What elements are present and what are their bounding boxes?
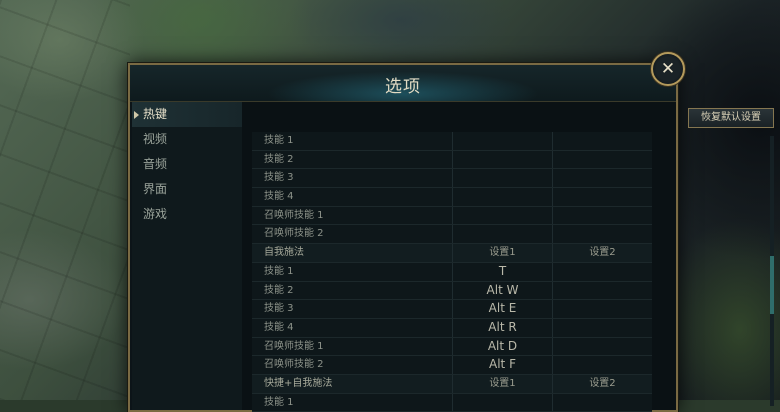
dialog-title-bar: 选项: [130, 65, 676, 102]
hotkey-binding-1[interactable]: T: [452, 262, 552, 281]
hotkey-row: 技能 1: [252, 132, 652, 151]
column-header-setting2: 设置2: [552, 374, 652, 393]
hotkey-binding-2[interactable]: [552, 337, 652, 356]
hotkey-binding-1[interactable]: Alt D: [452, 337, 552, 356]
hotkey-binding-1[interactable]: [452, 225, 552, 244]
hotkey-action-label: 技能 1: [264, 135, 294, 146]
hotkey-action-label: 自我施法: [264, 247, 304, 259]
hotkey-binding-2[interactable]: [552, 393, 652, 412]
hotkey-action-label: 技能 4: [264, 321, 294, 333]
hotkey-action-label: 快捷+自我施法: [264, 377, 333, 389]
hotkey-binding-2[interactable]: [552, 318, 652, 337]
hotkey-row: 技能 4: [252, 188, 652, 207]
hotkey-row: 技能 2 Alt W: [252, 281, 652, 301]
hotkey-row: 技能 4 Alt R: [252, 318, 652, 338]
sidebar-item[interactable]: 音频: [132, 152, 242, 177]
hotkey-binding-1[interactable]: Alt R: [452, 318, 552, 337]
hotkey-action-label: 技能 2: [264, 284, 294, 296]
hotkey-binding-2[interactable]: [552, 281, 652, 300]
hotkey-action-label: 技能 1: [264, 265, 294, 277]
dialog-title: 选项: [385, 77, 421, 97]
sidebar-item[interactable]: 游戏: [132, 202, 242, 227]
hotkey-action-label: 技能 4: [264, 191, 294, 203]
sidebar-item[interactable]: 视频: [132, 127, 242, 152]
hotkey-binding-2[interactable]: [552, 356, 652, 374]
hotkey-row: 召唤师技能 2 Alt F: [252, 356, 652, 375]
close-icon[interactable]: ✕: [651, 52, 685, 86]
sidebar-item[interactable]: 界面: [132, 177, 242, 202]
hotkey-action-label: 技能 3: [264, 172, 294, 184]
hotkey-binding-1[interactable]: [452, 132, 552, 150]
restore-defaults-button[interactable]: 恢复默认设置: [688, 108, 774, 128]
hotkey-action-label: 技能 2: [264, 153, 294, 165]
scrollbar-thumb[interactable]: [770, 256, 774, 314]
hotkey-action-label: 召唤师技能 1: [264, 209, 324, 221]
section-header-row: 快捷+自我施法 设置1 设置2: [252, 374, 652, 394]
scrollbar[interactable]: [770, 136, 774, 406]
hotkey-binding-1[interactable]: [452, 206, 552, 225]
column-header-setting1: 设置1: [452, 244, 552, 262]
hotkey-row: 技能 3: [252, 169, 652, 189]
hotkey-binding-2[interactable]: [552, 150, 652, 169]
hotkey-binding-2[interactable]: [552, 262, 652, 281]
hotkey-binding-1[interactable]: [452, 169, 552, 188]
sidebar-item[interactable]: 热键: [132, 102, 242, 127]
hotkey-row: 技能 1 T: [252, 262, 652, 282]
hotkey-row: 召唤师技能 1 Alt D: [252, 337, 652, 357]
hotkey-action-label: 召唤师技能 1: [264, 340, 324, 352]
hotkey-binding-1[interactable]: Alt E: [452, 300, 552, 318]
hotkey-table: 技能 1 技能 2 技能 3 技能 4 召唤师技能 1 召唤师技能 2 自我施法 设置1 设置2…: [252, 132, 652, 412]
hotkey-binding-2[interactable]: [552, 206, 652, 225]
hotkey-binding-1[interactable]: [452, 150, 552, 169]
hotkey-action-label: 技能 1: [264, 396, 294, 408]
hotkey-binding-1[interactable]: [452, 188, 552, 206]
column-header-setting2: 设置2: [552, 244, 652, 262]
hotkey-binding-2[interactable]: [552, 225, 652, 244]
section-header-row: 自我施法 设置1 设置2: [252, 244, 652, 263]
hotkey-binding-2[interactable]: [552, 169, 652, 188]
hotkey-row: 召唤师技能 1: [252, 206, 652, 226]
hotkey-binding-2[interactable]: [552, 300, 652, 318]
hotkey-action-label: 召唤师技能 2: [264, 228, 324, 240]
hotkey-row: 技能 1: [252, 393, 652, 412]
hotkey-binding-1[interactable]: [452, 393, 552, 412]
hotkey-binding-1[interactable]: Alt W: [452, 281, 552, 300]
hotkey-row: 召唤师技能 2: [252, 225, 652, 245]
hotkey-binding-2[interactable]: [552, 132, 652, 150]
hotkey-row: 技能 3 Alt E: [252, 300, 652, 319]
options-sidebar: 热键 视频 音频 界面 游戏: [132, 102, 242, 410]
hotkey-binding-1[interactable]: Alt F: [452, 356, 552, 374]
column-header-setting1: 设置1: [452, 374, 552, 393]
hotkey-row: 技能 2: [252, 150, 652, 170]
hotkey-binding-2[interactable]: [552, 188, 652, 206]
options-dialog: 选项 热键 视频 音频 界面 游戏 恢复默认设置 技能 1 技能 2 技能 3 技能 4 召唤师…: [128, 63, 774, 412]
stone-path-texture: [0, 0, 130, 400]
hotkey-action-label: 召唤师技能 2: [264, 359, 324, 371]
hotkey-action-label: 技能 3: [264, 303, 294, 315]
hotkey-content: 恢复默认设置 技能 1 技能 2 技能 3 技能 4 召唤师技能 1 召唤师技能 2 自我施…: [242, 102, 774, 412]
